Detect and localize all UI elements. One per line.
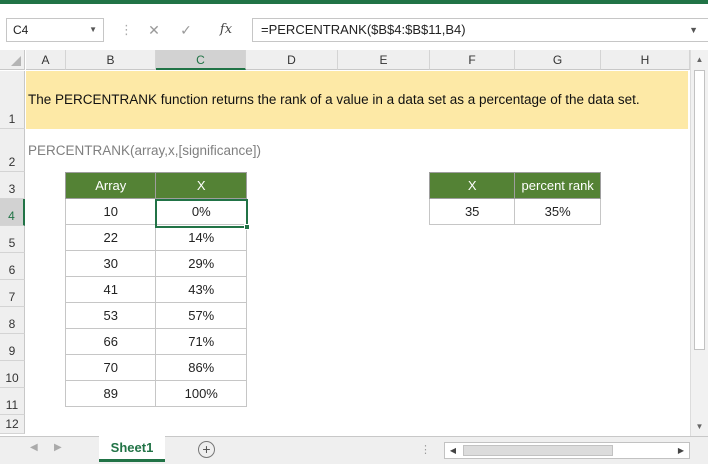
cancel-icon[interactable]: ✕ [142, 18, 166, 42]
row-header-2[interactable]: 2 [0, 129, 25, 172]
x-cell[interactable]: 71% [155, 328, 247, 355]
array-cell[interactable]: 70 [64, 354, 157, 381]
formula-text: =PERCENTRANK($B$4:$B$11,B4) [261, 22, 466, 37]
x-header[interactable]: X [155, 172, 247, 199]
syntax-text: PERCENTRANK(array,x,[significance]) [28, 143, 262, 158]
next-sheet-icon[interactable]: ▶ [54, 442, 62, 453]
x-cell[interactable]: 43% [155, 276, 247, 303]
row-header-10[interactable]: 10 [0, 361, 25, 388]
scroll-up-icon[interactable]: ▲ [691, 51, 708, 68]
array-cell[interactable]: 30 [64, 250, 157, 277]
tab-split-grip-icon[interactable]: ⋮ [420, 443, 432, 456]
array-cell[interactable]: 10 [64, 198, 157, 225]
scroll-down-icon[interactable]: ▼ [691, 418, 708, 435]
select-all-triangle-icon [11, 56, 21, 66]
worksheet-grid[interactable]: A B C D E F G H 1 2 3 4 5 6 7 8 9 10 11 … [0, 50, 690, 434]
row-header-9[interactable]: 9 [0, 334, 25, 361]
x-cell[interactable]: 57% [155, 302, 247, 329]
name-box-value: C4 [13, 23, 29, 37]
insert-function-icon[interactable]: fx [214, 18, 238, 42]
description-text: The PERCENTRANK function returns the ran… [28, 92, 640, 107]
formula-input[interactable]: =PERCENTRANK($B$4:$B$11,B4) ▼ [252, 18, 708, 42]
scroll-left-icon[interactable]: ◀ [445, 443, 461, 458]
column-header-a[interactable]: A [26, 50, 66, 70]
row-header-7[interactable]: 7 [0, 280, 25, 307]
x-cell[interactable]: 29% [155, 250, 247, 277]
result-x-header[interactable]: X [428, 172, 516, 199]
scroll-right-icon[interactable]: ▶ [673, 443, 689, 458]
formula-bar: C4 ▼ ⋮ ✕ ✓ fx =PERCENTRANK($B$4:$B$11,B4… [0, 4, 708, 48]
x-cell[interactable]: 14% [155, 224, 247, 251]
row-header-4[interactable]: 4 [0, 199, 25, 226]
row-header-11[interactable]: 11 [0, 388, 25, 415]
row-header-3[interactable]: 3 [0, 172, 25, 199]
expand-formula-icon[interactable]: ▼ [689, 19, 698, 41]
row-header-5[interactable]: 5 [0, 226, 25, 253]
sheet-tab-sheet1[interactable]: Sheet1 [99, 436, 165, 462]
horizontal-scroll-thumb[interactable] [463, 445, 613, 456]
enter-icon[interactable]: ✓ [174, 18, 198, 42]
column-header-b[interactable]: B [66, 50, 156, 70]
name-box[interactable]: C4 ▼ [6, 18, 104, 42]
column-header-c[interactable]: C [156, 50, 246, 70]
result-table: X percent rank 35 35% [428, 172, 601, 225]
sheet-tabs-bar: ◀ ▶ Sheet1 + ⋮ ◀ ▶ [0, 436, 708, 464]
result-x-cell[interactable]: 35 [428, 198, 516, 225]
x-cell[interactable]: 86% [155, 354, 247, 381]
percent-rank-header[interactable]: percent rank [514, 172, 601, 199]
x-cell[interactable]: 100% [155, 380, 247, 407]
array-cell[interactable]: 89 [64, 380, 157, 407]
x-cell[interactable]: 0% [155, 198, 247, 225]
percent-rank-cell[interactable]: 35% [514, 198, 601, 225]
data-table: Array X 10 0% 22 14% 30 29% 41 43% 53 57… [64, 172, 247, 407]
chevron-down-icon[interactable]: ▼ [89, 19, 97, 41]
add-sheet-icon[interactable]: + [198, 441, 215, 458]
row-header-1[interactable]: 1 [0, 71, 25, 129]
row-header-12[interactable]: 12 [0, 415, 25, 434]
column-header-g[interactable]: G [515, 50, 601, 70]
array-cell[interactable]: 53 [64, 302, 157, 329]
vertical-scroll-thumb[interactable] [694, 70, 705, 350]
horizontal-scrollbar[interactable]: ◀ ▶ [444, 442, 690, 459]
previous-sheet-icon[interactable]: ◀ [30, 442, 38, 453]
select-all-corner[interactable] [0, 50, 25, 70]
row-header-8[interactable]: 8 [0, 307, 25, 334]
column-header-d[interactable]: D [246, 50, 338, 70]
row-header-6[interactable]: 6 [0, 253, 25, 280]
formula-bar-grip-icon: ⋮ [120, 22, 133, 37]
column-header-f[interactable]: F [430, 50, 515, 70]
array-cell[interactable]: 22 [64, 224, 157, 251]
vertical-scrollbar[interactable]: ▲ ▼ [690, 50, 708, 436]
array-cell[interactable]: 66 [64, 328, 157, 355]
column-header-h[interactable]: H [601, 50, 690, 70]
array-cell[interactable]: 41 [64, 276, 157, 303]
array-header[interactable]: Array [64, 172, 157, 199]
column-header-e[interactable]: E [338, 50, 430, 70]
